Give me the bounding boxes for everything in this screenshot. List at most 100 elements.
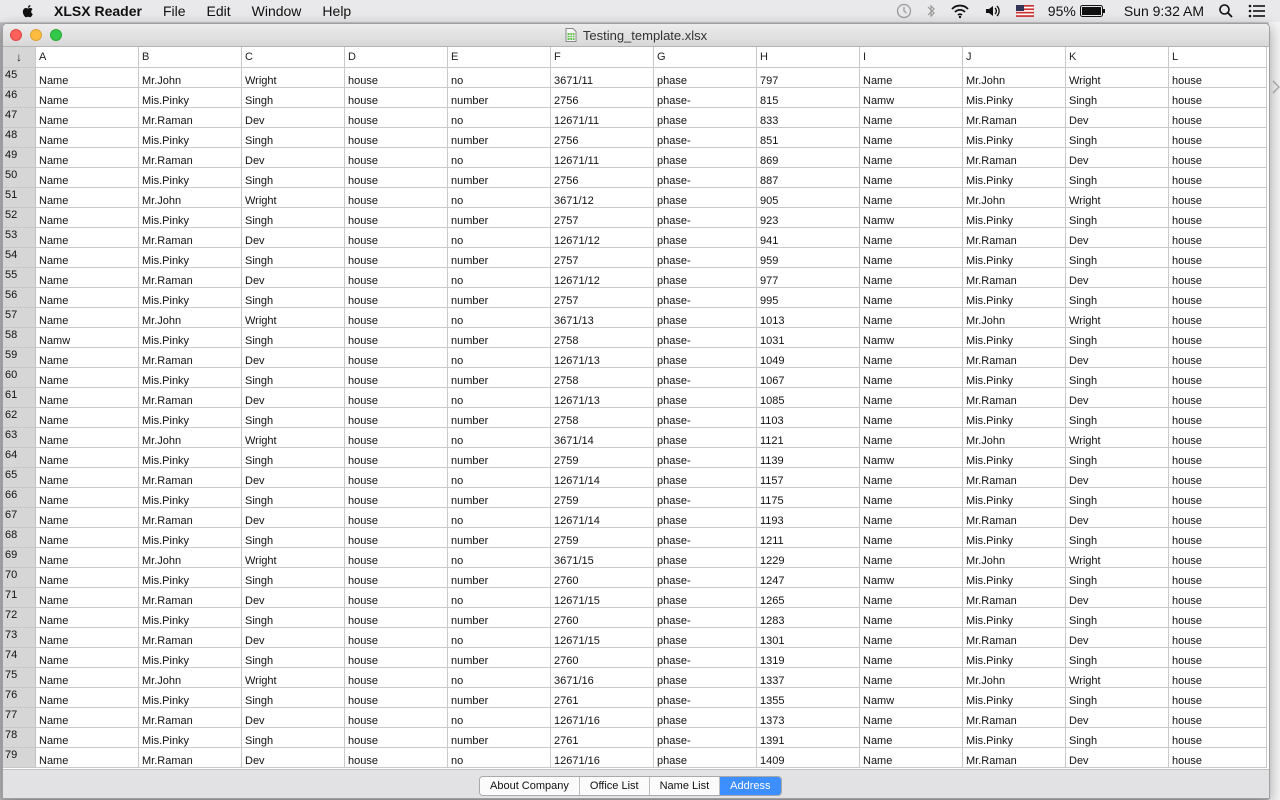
table-cell[interactable]: 887 (757, 168, 860, 187)
table-cell[interactable]: house (345, 548, 448, 567)
table-cell[interactable]: Mis.Pinky (139, 128, 242, 147)
table-cell[interactable]: no (448, 628, 551, 647)
table-cell[interactable]: phase- (654, 568, 757, 587)
table-cell[interactable]: Mis.Pinky (963, 168, 1066, 187)
help-menu[interactable]: Help (322, 0, 351, 22)
table-cell[interactable]: Mis.Pinky (963, 448, 1066, 467)
table-cell[interactable]: Singh (242, 728, 345, 747)
table-cell[interactable]: 2758 (551, 368, 654, 387)
table-cell[interactable]: house (345, 688, 448, 707)
table-cell[interactable]: Singh (242, 408, 345, 427)
table-cell[interactable]: Name (36, 588, 139, 607)
table-cell[interactable]: 12671/11 (551, 108, 654, 127)
table-cell[interactable]: house (345, 468, 448, 487)
table-cell[interactable]: 1301 (757, 628, 860, 647)
table-cell[interactable]: 2758 (551, 408, 654, 427)
table-cell[interactable]: Name (860, 508, 963, 527)
table-cell[interactable]: Mis.Pinky (963, 488, 1066, 507)
table-cell[interactable]: Name (860, 368, 963, 387)
table-cell[interactable]: 2757 (551, 208, 654, 227)
table-cell[interactable]: house (345, 248, 448, 267)
table-cell[interactable]: Mr.John (139, 308, 242, 327)
table-cell[interactable]: Dev (242, 388, 345, 407)
table-cell[interactable]: Mr.Raman (963, 148, 1066, 167)
table-cell[interactable]: Namw (860, 568, 963, 587)
table-cell[interactable]: Wright (1066, 68, 1169, 87)
table-cell[interactable]: no (448, 588, 551, 607)
table-cell[interactable]: Mis.Pinky (963, 328, 1066, 347)
file-menu[interactable]: File (163, 0, 186, 22)
table-cell[interactable]: Name (36, 248, 139, 267)
table-cell[interactable]: number (448, 168, 551, 187)
table-cell[interactable]: 2760 (551, 608, 654, 627)
sheet-tab-office-list[interactable]: Office List (579, 777, 650, 795)
table-cell[interactable]: Mis.Pinky (963, 208, 1066, 227)
row-number[interactable]: 46 (3, 88, 36, 107)
table-cell[interactable]: house (1169, 88, 1267, 107)
table-cell[interactable]: phase (654, 348, 757, 367)
table-cell[interactable]: 2757 (551, 248, 654, 267)
table-cell[interactable]: Name (860, 528, 963, 547)
table-cell[interactable]: Singh (1066, 88, 1169, 107)
table-cell[interactable]: number (448, 288, 551, 307)
table-cell[interactable]: 815 (757, 88, 860, 107)
table-cell[interactable]: 3671/13 (551, 308, 654, 327)
table-cell[interactable]: Dev (1066, 628, 1169, 647)
table-cell[interactable]: 977 (757, 268, 860, 287)
table-cell[interactable]: Mr.John (963, 308, 1066, 327)
table-cell[interactable]: Name (860, 588, 963, 607)
table-cell[interactable]: Singh (1066, 408, 1169, 427)
table-cell[interactable]: Mis.Pinky (963, 728, 1066, 747)
table-cell[interactable]: phase- (654, 328, 757, 347)
table-cell[interactable]: number (448, 208, 551, 227)
table-cell[interactable]: Mis.Pinky (963, 528, 1066, 547)
table-cell[interactable]: phase- (654, 728, 757, 747)
table-cell[interactable]: house (1169, 628, 1267, 647)
table-cell[interactable]: no (448, 388, 551, 407)
table-cell[interactable]: Dev (242, 468, 345, 487)
table-cell[interactable]: Wright (242, 428, 345, 447)
table-cell[interactable]: Singh (242, 88, 345, 107)
table-cell[interactable]: Mis.Pinky (963, 288, 1066, 307)
table-cell[interactable]: Mr.Raman (963, 708, 1066, 727)
table-cell[interactable]: number (448, 128, 551, 147)
table-cell[interactable]: Name (36, 708, 139, 727)
window-menu[interactable]: Window (252, 0, 302, 22)
table-cell[interactable]: Dev (242, 508, 345, 527)
table-cell[interactable]: Singh (1066, 608, 1169, 627)
table-cell[interactable]: house (1169, 528, 1267, 547)
volume-icon[interactable] (984, 3, 1002, 19)
row-number[interactable]: 59 (3, 348, 36, 367)
table-cell[interactable]: house (345, 268, 448, 287)
table-cell[interactable]: Mr.Raman (963, 108, 1066, 127)
table-cell[interactable]: number (448, 328, 551, 347)
table-cell[interactable]: house (1169, 608, 1267, 627)
table-cell[interactable]: phase (654, 268, 757, 287)
table-cell[interactable]: 995 (757, 288, 860, 307)
table-cell[interactable]: Namw (860, 328, 963, 347)
table-cell[interactable]: house (1169, 708, 1267, 727)
table-cell[interactable]: 959 (757, 248, 860, 267)
table-cell[interactable]: number (448, 528, 551, 547)
table-cell[interactable]: house (345, 68, 448, 87)
table-cell[interactable]: Dev (242, 148, 345, 167)
table-cell[interactable]: Name (36, 268, 139, 287)
table-cell[interactable]: 12671/12 (551, 268, 654, 287)
table-cell[interactable]: 941 (757, 228, 860, 247)
table-cell[interactable]: no (448, 68, 551, 87)
table-cell[interactable]: phase- (654, 528, 757, 547)
table-cell[interactable]: Dev (242, 708, 345, 727)
row-number[interactable]: 48 (3, 128, 36, 147)
table-cell[interactable]: house (1169, 508, 1267, 527)
row-number[interactable]: 74 (3, 648, 36, 667)
table-cell[interactable]: Mr.John (139, 68, 242, 87)
table-cell[interactable]: 833 (757, 108, 860, 127)
table-cell[interactable]: Mr.Raman (963, 348, 1066, 367)
table-cell[interactable]: phase (654, 468, 757, 487)
table-cell[interactable]: house (1169, 68, 1267, 87)
table-cell[interactable]: Singh (242, 248, 345, 267)
table-cell[interactable]: Mis.Pinky (139, 568, 242, 587)
select-all-corner[interactable]: ↓ (3, 47, 36, 67)
table-cell[interactable]: Mr.Raman (139, 748, 242, 767)
table-cell[interactable]: Mis.Pinky (139, 88, 242, 107)
